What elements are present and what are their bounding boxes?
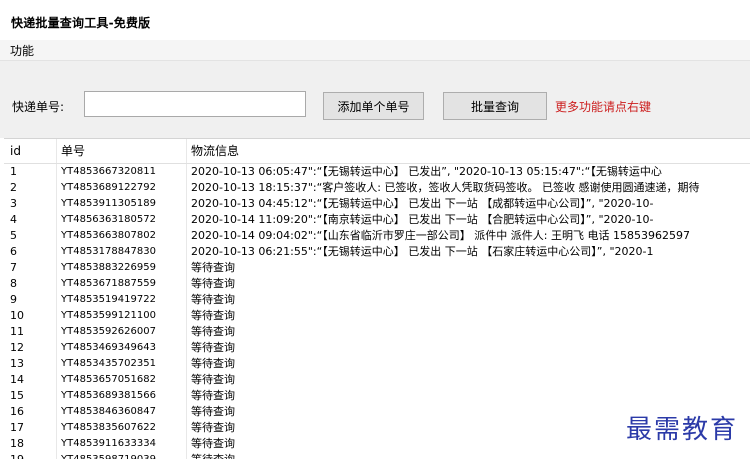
- table-row[interactable]: 4 YT4856363180572 2020-10-14 11:09:20":“【南…: [4, 212, 750, 228]
- table-row[interactable]: 1 YT4853667320811 2020-10-13 06:05:47":“【无…: [4, 164, 750, 180]
- row-number-cell: YT4853178847830: [56, 244, 186, 260]
- table-row[interactable]: 12 YT4853469349643 等待查询: [4, 340, 750, 356]
- column-header-id[interactable]: id: [4, 139, 56, 163]
- query-toolbar: 快递单号: 添加单个单号 批量查询 更多功能请点右键: [0, 61, 750, 138]
- table-row[interactable]: 14 YT4853657051682 等待查询: [4, 372, 750, 388]
- row-id-cell: 14: [10, 373, 24, 386]
- row-number-cell: YT4853657051682: [56, 372, 186, 388]
- row-number-cell: YT4853599121100: [56, 308, 186, 324]
- row-id-cell: 17: [10, 421, 24, 434]
- row-number-cell: YT4853911305189: [56, 196, 186, 212]
- table-row[interactable]: 11 YT4853592626007 等待查询: [4, 324, 750, 340]
- table-row[interactable]: 10 YT4853599121100 等待查询: [4, 308, 750, 324]
- row-logistics-cell: 2020-10-13 18:15:37":“客户签收人: 已签收，签收人凭取货码…: [186, 180, 750, 196]
- row-number-cell: YT4853667320811: [56, 164, 186, 180]
- row-logistics-cell: 等待查询: [186, 292, 750, 308]
- row-logistics-cell: 等待查询: [186, 372, 750, 388]
- row-number-cell: YT4853911633334: [56, 436, 186, 452]
- row-logistics-cell: 等待查询: [186, 308, 750, 324]
- row-logistics-cell: 等待查询: [186, 260, 750, 276]
- row-logistics-cell: 2020-10-13 04:45:12":“【无锡转运中心】 已发出 下一站 【…: [186, 196, 750, 212]
- row-number-cell: YT4853883226959: [56, 260, 186, 276]
- table-row[interactable]: 3 YT4853911305189 2020-10-13 04:45:12":“【无…: [4, 196, 750, 212]
- row-logistics-cell: 等待查询: [186, 276, 750, 292]
- table-row[interactable]: 2 YT4853689122792 2020-10-13 18:15:37":“客户…: [4, 180, 750, 196]
- row-logistics-cell: 2020-10-14 09:04:02":“【山东省临沂市罗庄一部公司】 派件中…: [186, 228, 750, 244]
- row-id-cell: 9: [10, 293, 17, 306]
- menu-item-functions[interactable]: 功能: [10, 42, 34, 59]
- table-row[interactable]: 15 YT4853689381566 等待查询: [4, 388, 750, 404]
- row-id-cell: 15: [10, 389, 24, 402]
- row-id-cell: 16: [10, 405, 24, 418]
- row-number-cell: YT4853519419722: [56, 292, 186, 308]
- row-number-cell: YT4853663807802: [56, 228, 186, 244]
- row-logistics-cell: 2020-10-14 11:09:20":“【南京转运中心】 已发出 下一站 【…: [186, 212, 750, 228]
- row-id-cell: 18: [10, 437, 24, 450]
- row-id-cell: 13: [10, 357, 24, 370]
- row-id-cell: 3: [10, 197, 17, 210]
- row-logistics-cell: 2020-10-13 06:05:47":“【无锡转运中心】 已发出”, "20…: [186, 164, 750, 180]
- table-header: id 单号 物流信息: [4, 139, 750, 164]
- row-logistics-cell: 等待查询: [186, 388, 750, 404]
- row-id-cell: 1: [10, 165, 17, 178]
- table-row[interactable]: 7 YT4853883226959 等待查询: [4, 260, 750, 276]
- tracking-number-input[interactable]: [84, 91, 306, 117]
- table-row[interactable]: 9 YT4853519419722 等待查询: [4, 292, 750, 308]
- window-title: 快递批量查询工具-免费版: [11, 16, 151, 30]
- row-id-cell: 2: [10, 181, 17, 194]
- more-features-hint: 更多功能请点右键: [555, 100, 652, 114]
- row-id-cell: 4: [10, 213, 17, 226]
- table-row[interactable]: 6 YT4853178847830 2020-10-13 06:21:55":“【无…: [4, 244, 750, 260]
- row-logistics-cell: 等待查询: [186, 340, 750, 356]
- table-row[interactable]: 13 YT4853435702351 等待查询: [4, 356, 750, 372]
- watermark-logo: 最需教育: [626, 415, 739, 445]
- row-logistics-cell: 等待查询: [186, 324, 750, 340]
- row-number-cell: YT4853469349643: [56, 340, 186, 356]
- row-number-cell: YT4853835607622: [56, 420, 186, 436]
- row-id-cell: 12: [10, 341, 24, 354]
- row-logistics-cell: 2020-10-13 06:21:55":“【无锡转运中心】 已发出 下一站 【…: [186, 244, 750, 260]
- column-header-number[interactable]: 单号: [56, 139, 186, 163]
- row-logistics-cell: 等待查询: [186, 356, 750, 372]
- row-id-cell: 10: [10, 309, 24, 322]
- row-id-cell: 11: [10, 325, 24, 338]
- row-number-cell: YT4853592626007: [56, 324, 186, 340]
- menu-bar: 功能: [0, 40, 750, 61]
- row-id-cell: 5: [10, 229, 17, 242]
- title-bar: 快递批量查询工具-免费版: [0, 0, 750, 40]
- batch-query-button[interactable]: 批量查询: [443, 92, 547, 120]
- row-number-cell: YT4853689122792: [56, 180, 186, 196]
- row-number-cell: YT4853689381566: [56, 388, 186, 404]
- row-id-cell: 7: [10, 261, 17, 274]
- tracking-number-label: 快递单号:: [12, 100, 65, 114]
- column-header-logistics[interactable]: 物流信息: [186, 139, 750, 163]
- row-number-cell: YT4853671887559: [56, 276, 186, 292]
- row-number-cell: YT4853435702351: [56, 356, 186, 372]
- row-id-cell: 6: [10, 245, 17, 258]
- row-number-cell: YT4856363180572: [56, 212, 186, 228]
- table-row[interactable]: 5 YT4853663807802 2020-10-14 09:04:02":“【山…: [4, 228, 750, 244]
- table-row[interactable]: 8 YT4853671887559 等待查询: [4, 276, 750, 292]
- row-id-cell: 8: [10, 277, 17, 290]
- row-number-cell: YT4853846360847: [56, 404, 186, 420]
- add-single-number-button[interactable]: 添加单个单号: [323, 92, 424, 120]
